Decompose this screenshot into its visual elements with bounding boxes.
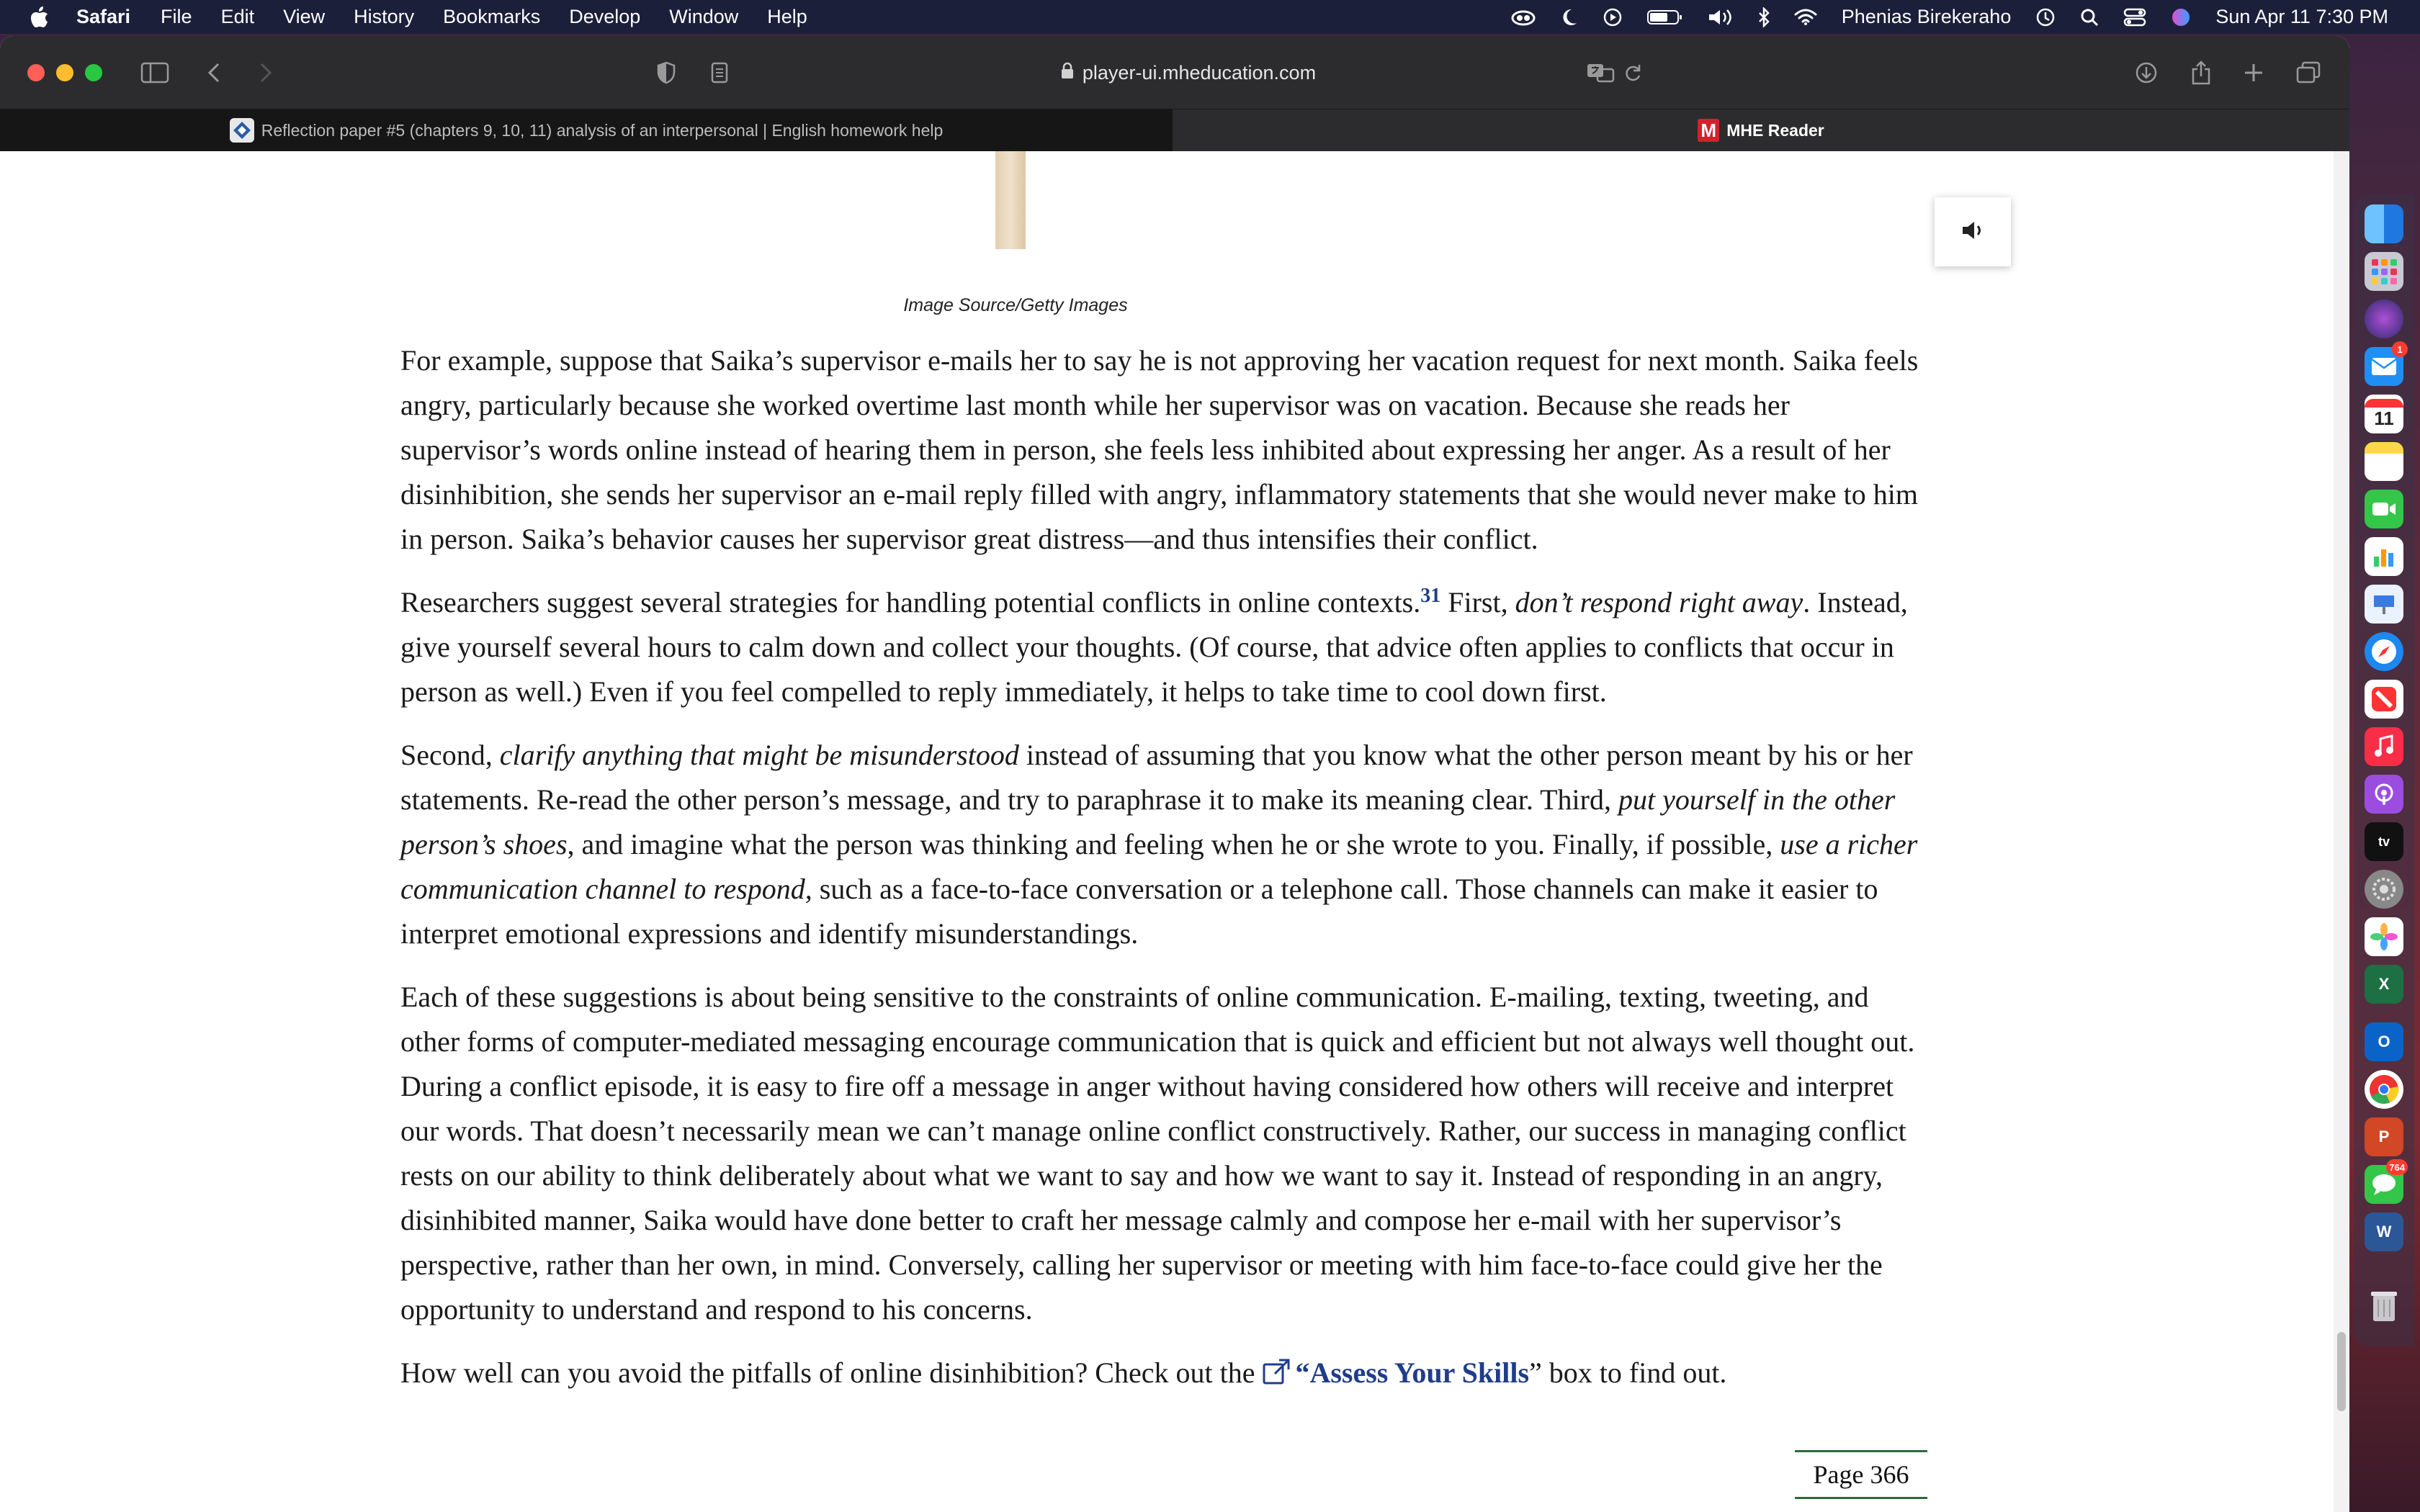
control-center-icon[interactable] xyxy=(2123,8,2146,27)
trash-icon[interactable] xyxy=(2365,1286,2403,1325)
menu-bar: Safari File Edit View History Bookmarks … xyxy=(0,0,2420,34)
page-scrollbar[interactable] xyxy=(2334,151,2349,1512)
menu-help[interactable]: Help xyxy=(767,6,807,28)
homework-site-favicon-icon xyxy=(229,118,254,143)
translate-icon[interactable] xyxy=(1585,58,1616,88)
safari-toolbar: player-ui.mheducation.com xyxy=(0,36,2349,109)
podcasts-icon[interactable] xyxy=(2365,775,2403,814)
menu-history[interactable]: History xyxy=(354,6,414,28)
mail-badge: 1 xyxy=(2392,341,2408,357)
excel-icon[interactable]: X xyxy=(2365,965,2403,1004)
user-name[interactable]: Phenias Birekeraho xyxy=(1842,6,2012,28)
figure-image-bottom xyxy=(995,151,1026,249)
creative-cloud-icon[interactable] xyxy=(1510,8,1536,27)
reload-icon[interactable] xyxy=(1622,58,1644,88)
tab-mhe-reader[interactable]: M MHE Reader xyxy=(1173,109,2349,151)
external-link-icon[interactable] xyxy=(1262,1354,1291,1398)
now-playing-icon[interactable] xyxy=(1603,7,1623,27)
article-body: For example, suppose that Saika’s superv… xyxy=(400,338,1927,1417)
mail-icon[interactable]: 1 xyxy=(2365,341,2408,386)
apple-tv-icon[interactable]: tv xyxy=(2365,822,2403,861)
back-chevron-icon[interactable] xyxy=(203,58,225,88)
menu-edit[interactable]: Edit xyxy=(221,6,255,28)
powerpoint-icon[interactable]: P xyxy=(2365,1117,2403,1156)
scroll-thumb[interactable] xyxy=(2337,1332,2346,1411)
paragraph-5: How well can you avoid the pitfalls of o… xyxy=(400,1351,1812,1398)
reader-page: Image Source/Getty Images For example, s… xyxy=(0,151,2334,1512)
menu-file[interactable]: File xyxy=(161,6,192,28)
paragraph-3: Second, clarify anything that might be m… xyxy=(400,739,1918,950)
notes-icon[interactable] xyxy=(2365,442,2403,481)
facetime-icon[interactable] xyxy=(2365,490,2403,528)
new-tab-plus-icon[interactable] xyxy=(2241,58,2266,88)
calendar-icon[interactable]: 11 xyxy=(2365,395,2403,433)
finder-icon[interactable] xyxy=(2365,204,2403,243)
downloads-icon[interactable] xyxy=(2133,58,2159,88)
system-preferences-icon[interactable] xyxy=(2365,870,2403,909)
siri-app-icon[interactable] xyxy=(2365,300,2403,338)
news-icon[interactable] xyxy=(2365,680,2403,719)
sidebar-toggle-icon[interactable] xyxy=(138,58,171,88)
lock-icon xyxy=(1061,62,1074,84)
numbers-icon[interactable] xyxy=(2365,537,2403,576)
photos-icon[interactable] xyxy=(2365,917,2403,956)
reader-view-icon[interactable] xyxy=(707,58,732,88)
menu-view[interactable]: View xyxy=(283,6,325,28)
paragraph-1: For example, suppose that Saika’s superv… xyxy=(400,344,1919,555)
word-icon[interactable]: W xyxy=(2365,1212,2403,1251)
tab-title: Reflection paper #5 (chapters 9, 10, 11)… xyxy=(261,120,944,140)
speaker-icon xyxy=(1960,220,1985,245)
safari-app-icon[interactable] xyxy=(2365,632,2403,671)
tab-bar: Reflection paper #5 (chapters 9, 10, 11)… xyxy=(0,109,2349,151)
spotlight-search-icon[interactable] xyxy=(2080,8,2099,27)
battery-icon[interactable] xyxy=(1646,9,1683,26)
dock: 1 11 tv X O P 764 W xyxy=(2354,194,2414,1346)
tab-overview-icon[interactable] xyxy=(2295,58,2322,88)
wifi-icon[interactable] xyxy=(1794,9,1817,26)
bluetooth-icon[interactable] xyxy=(1758,6,1770,27)
forward-chevron-icon[interactable] xyxy=(255,58,277,88)
zoom-window-button[interactable] xyxy=(85,64,102,81)
tab-title: MHE Reader xyxy=(1726,120,1824,140)
launchpad-icon[interactable] xyxy=(2365,252,2403,291)
read-aloud-button[interactable] xyxy=(1935,197,2011,266)
siri-icon[interactable] xyxy=(2171,7,2191,27)
time-machine-icon[interactable] xyxy=(2035,7,2056,27)
address-bar[interactable]: player-ui.mheducation.com xyxy=(1037,55,1340,91)
tab-reflection-paper[interactable]: Reflection paper #5 (chapters 9, 10, 11)… xyxy=(0,109,1173,151)
page-number-marker: Page 366 xyxy=(1795,1450,1927,1499)
safari-window: player-ui.mheducation.com Reflection pap… xyxy=(0,36,2349,1512)
messages-icon[interactable]: 764 xyxy=(2365,1159,2408,1204)
minimize-window-button[interactable] xyxy=(56,64,73,81)
menu-develop[interactable]: Develop xyxy=(569,6,640,28)
menu-app-name[interactable]: Safari xyxy=(76,6,130,28)
share-icon[interactable] xyxy=(2188,58,2214,88)
footnote-31-link[interactable]: 31 xyxy=(1420,585,1440,607)
image-caption: Image Source/Getty Images xyxy=(903,295,1128,315)
music-icon[interactable] xyxy=(2365,727,2403,766)
apple-menu-icon[interactable] xyxy=(30,6,52,28)
clock-datetime[interactable]: Sun Apr 11 7:30 PM xyxy=(2215,6,2388,28)
volume-icon[interactable] xyxy=(1708,8,1734,27)
close-window-button[interactable] xyxy=(27,64,45,81)
paragraph-4: Each of these suggestions is about being… xyxy=(400,981,1915,1326)
paragraph-2: Researchers suggest several strategies f… xyxy=(400,585,1908,708)
messages-badge: 764 xyxy=(2386,1159,2408,1175)
keynote-icon[interactable] xyxy=(2365,585,2403,624)
privacy-shield-icon[interactable] xyxy=(654,58,678,88)
outlook-icon[interactable]: O xyxy=(2365,1022,2403,1061)
assess-your-skills-link[interactable]: “Assess Your Skills xyxy=(1295,1356,1529,1389)
mhe-favicon-icon: M xyxy=(1698,119,1720,142)
chrome-icon[interactable] xyxy=(2365,1070,2403,1109)
menu-window[interactable]: Window xyxy=(669,6,738,28)
url-text[interactable]: player-ui.mheducation.com xyxy=(1083,62,1316,84)
calendar-day: 11 xyxy=(2374,407,2394,429)
calendar-header xyxy=(2365,398,2403,408)
do-not-disturb-moon-icon[interactable] xyxy=(1561,8,1578,27)
menu-bookmarks[interactable]: Bookmarks xyxy=(443,6,540,28)
